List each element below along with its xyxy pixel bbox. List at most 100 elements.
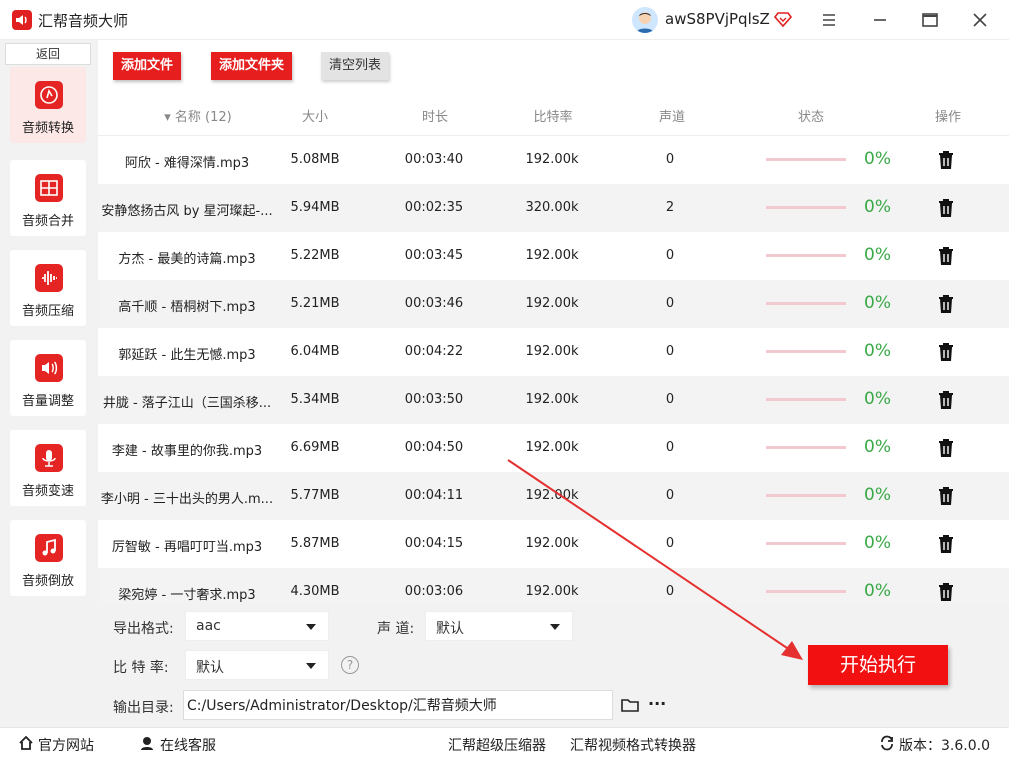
minimize-icon[interactable] <box>868 8 892 32</box>
sidebar-item-label: 音频倒放 <box>21 574 74 589</box>
table-row[interactable]: 方杰 - 最美的诗篇.mp3 5.22MB 00:03:45 192.00k 0 0% <box>98 232 1009 280</box>
channels-cell: 0 <box>665 248 675 263</box>
channels-cell: 0 <box>665 584 675 599</box>
channels-cell: 0 <box>665 344 675 359</box>
chevron-down-icon <box>306 624 316 630</box>
trash-icon[interactable] <box>936 293 956 315</box>
duration-cell: 00:03:40 <box>404 152 464 167</box>
progress-percent: 0% <box>864 341 891 361</box>
bitrate-cell: 192.00k <box>525 536 579 551</box>
file-name-cell: 阿欣 - 难得深情.mp3 <box>124 156 250 171</box>
duration-cell: 00:03:06 <box>404 584 464 599</box>
online-support-link[interactable]: 在线客服 <box>160 735 216 755</box>
file-name-cell: 梁宛婷 - 一寸奢求.mp3 <box>118 588 256 603</box>
column-size-header: 大小 <box>301 110 328 125</box>
sidebar-item-label: 音频合并 <box>21 214 74 229</box>
sidebar-item-label: 音频压缩 <box>21 304 74 319</box>
column-duration-header: 时长 <box>421 110 448 125</box>
trash-icon[interactable] <box>936 533 956 555</box>
bitrate-cell: 192.00k <box>525 440 579 455</box>
table-row[interactable]: 厉智敏 - 再唱叮叮当.mp3 5.87MB 00:04:15 192.00k 0 0% <box>98 520 1009 568</box>
sidebar-item-audio-reverse[interactable]: 音频倒放 <box>10 520 86 596</box>
file-name-cell: 厉智敏 - 再唱叮叮当.mp3 <box>111 540 263 555</box>
progress-bar <box>766 590 846 593</box>
file-name-cell: 井胧 - 落子江山（三国杀移... <box>102 396 272 411</box>
chevron-down-icon <box>550 624 560 630</box>
trash-icon[interactable] <box>936 245 956 267</box>
trash-icon[interactable] <box>936 149 956 171</box>
table-row[interactable]: 梁宛婷 - 一寸奢求.mp3 4.30MB 00:03:06 192.00k 0 0% <box>98 568 1009 604</box>
trash-icon[interactable] <box>936 341 956 363</box>
bitrate-cell: 192.00k <box>525 248 579 263</box>
user-avatar[interactable] <box>632 7 658 33</box>
version-label: 版本：3.6.0.0 <box>899 738 990 754</box>
folder-icon[interactable] <box>620 696 640 714</box>
file-size-cell: 5.22MB <box>290 248 340 263</box>
progress-bar <box>766 398 846 401</box>
trash-icon[interactable] <box>936 581 956 603</box>
sidebar-item-audio-speed[interactable]: 音频变速 <box>10 430 86 506</box>
file-size-cell: 5.77MB <box>290 488 340 503</box>
table-row[interactable]: 高千顺 - 梧桐树下.mp3 5.21MB 00:03:46 192.00k 0 0% <box>98 280 1009 328</box>
trash-icon[interactable] <box>936 485 956 507</box>
file-size-cell: 6.04MB <box>290 344 340 359</box>
bitrate-cell: 192.00k <box>525 296 579 311</box>
maximize-icon[interactable] <box>918 8 942 32</box>
column-channels-header: 声道 <box>658 110 685 125</box>
add-folder-button[interactable]: 添加文件夹 <box>211 52 292 80</box>
table-row[interactable]: 李小明 - 三十出头的男人.m... 5.77MB 00:04:11 192.00k 0… <box>98 472 1009 520</box>
column-name-header[interactable]: ▾ 名称 (12) <box>138 106 258 125</box>
progress-bar <box>766 542 846 545</box>
table-row[interactable]: 阿欣 - 难得深情.mp3 5.08MB 00:03:40 192.00k 0 0% <box>98 136 1009 184</box>
channels-cell: 0 <box>665 152 675 167</box>
refresh-icon[interactable] <box>879 735 895 751</box>
sidebar-item-volume-adjust[interactable]: 音量调整 <box>10 340 86 416</box>
duration-cell: 00:03:46 <box>404 296 464 311</box>
trash-icon[interactable] <box>936 197 956 219</box>
more-options-button[interactable]: ··· <box>648 694 666 713</box>
video-converter-link[interactable]: 汇帮视频格式转换器 <box>570 735 696 755</box>
compressor-link[interactable]: 汇帮超级压缩器 <box>448 735 546 755</box>
channels-cell: 0 <box>665 536 675 551</box>
progress-percent: 0% <box>864 485 891 505</box>
table-row[interactable]: 郭延跃 - 此生无憾.mp3 6.04MB 00:04:22 192.00k 0 0% <box>98 328 1009 376</box>
channel-select[interactable]: 默认 <box>425 611 573 641</box>
bitrate-select[interactable]: 默认 <box>185 650 329 680</box>
sidebar-item-audio-merge[interactable]: 音频合并 <box>10 160 86 236</box>
sidebar-item-audio-compress[interactable]: 音频压缩 <box>10 250 86 326</box>
file-size-cell: 5.87MB <box>290 536 340 551</box>
file-size-cell: 5.08MB <box>290 152 340 167</box>
audio-compress-icon <box>35 264 63 292</box>
duration-cell: 00:04:50 <box>404 440 464 455</box>
clear-list-button[interactable]: 清空列表 <box>321 52 389 80</box>
column-action-header: 操作 <box>934 110 961 125</box>
table-header: ▾ 名称 (12) 大小 时长 比特率 声道 状态 操作 <box>98 92 1009 136</box>
progress-bar <box>766 206 846 209</box>
app-logo-icon <box>12 10 32 30</box>
official-website-link[interactable]: 官方网站 <box>38 735 94 755</box>
menu-icon[interactable] <box>817 8 841 32</box>
customer-service-icon <box>139 735 155 751</box>
file-name-cell: 郭延跃 - 此生无憾.mp3 <box>118 348 256 363</box>
vip-diamond-icon[interactable] <box>773 10 793 28</box>
progress-percent: 0% <box>864 389 891 409</box>
audio-convert-icon <box>35 81 63 109</box>
bitrate-cell: 320.00k <box>525 200 579 215</box>
add-file-button[interactable]: 添加文件 <box>113 52 181 80</box>
sidebar-item-audio-convert[interactable]: 音频转换 <box>10 67 86 143</box>
trash-icon[interactable] <box>936 437 956 459</box>
start-button[interactable]: 开始执行 <box>808 645 948 685</box>
file-size-cell: 5.94MB <box>290 200 340 215</box>
table-row[interactable]: 井胧 - 落子江山（三国杀移... 5.34MB 00:03:50 192.00k 0 0… <box>98 376 1009 424</box>
trash-icon[interactable] <box>936 389 956 411</box>
table-row[interactable]: 李建 - 故事里的你我.mp3 6.69MB 00:04:50 192.00k 0 0% <box>98 424 1009 472</box>
output-dir-input[interactable] <box>183 690 613 720</box>
table-row[interactable]: 安静悠扬古风 by 星河璨起-... 5.94MB 00:02:35 320.00k 2… <box>98 184 1009 232</box>
progress-percent: 0% <box>864 437 891 457</box>
file-name-cell: 李小明 - 三十出头的男人.m... <box>100 492 274 507</box>
help-icon[interactable]: ? <box>341 656 359 674</box>
back-button[interactable]: 返回 <box>5 43 91 65</box>
format-select[interactable]: aac <box>185 611 329 641</box>
close-icon[interactable] <box>968 8 992 32</box>
username[interactable]: awS8PVjPqlsZ <box>665 10 770 28</box>
